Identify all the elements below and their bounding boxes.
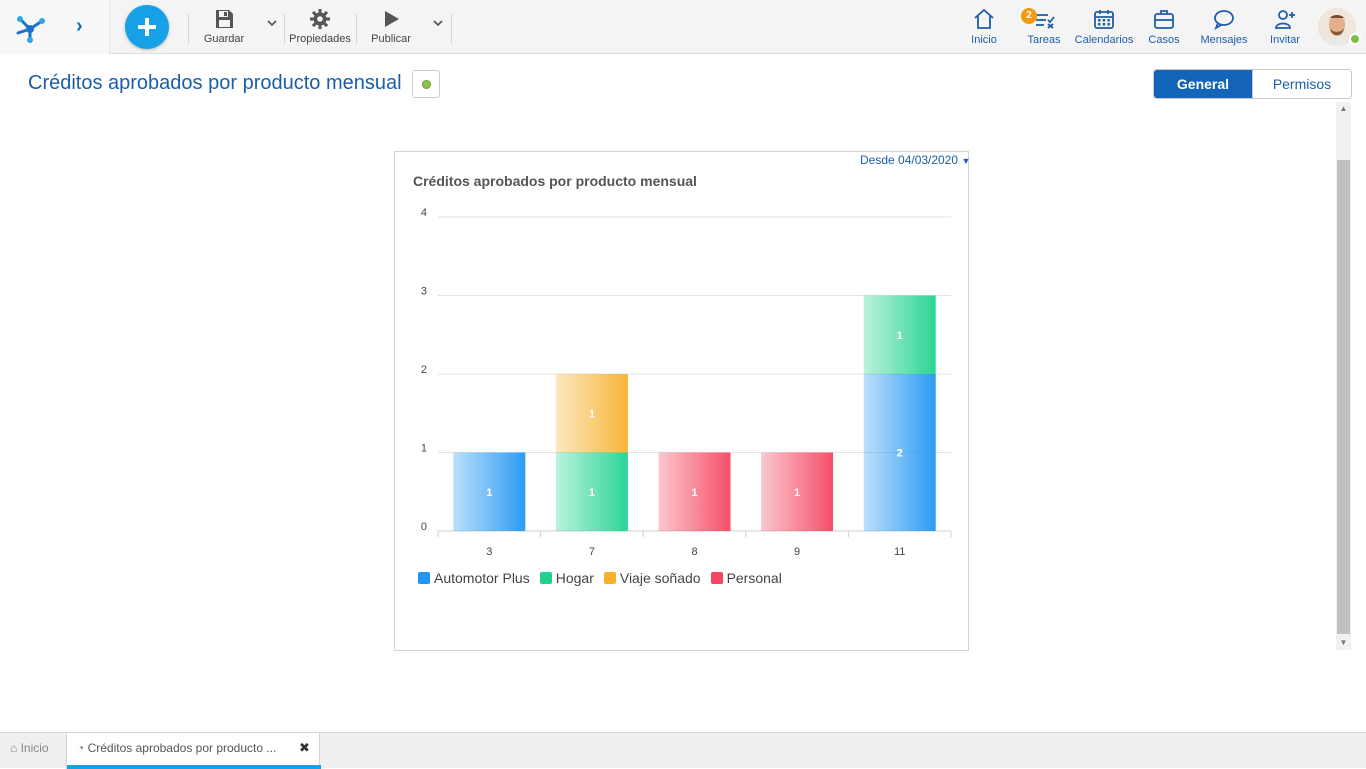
nav-messages-label: Mensajes xyxy=(1200,34,1248,46)
nav-cases[interactable]: Casos xyxy=(1146,8,1182,48)
nav-home[interactable]: Inicio xyxy=(966,8,1002,48)
legend-item[interactable]: Viaje soñado xyxy=(603,570,701,586)
bottom-tab-chart[interactable]: ◔ Créditos aprobados por producto ... ✖ xyxy=(66,733,321,769)
save-options-chevron-down-icon[interactable] xyxy=(265,16,279,30)
toolbar-divider xyxy=(356,14,357,44)
legend-label: Personal xyxy=(726,570,782,586)
bar-value-label: 1 xyxy=(897,330,903,342)
logo-area: › xyxy=(0,0,110,54)
properties-label: Propiedades xyxy=(289,33,351,45)
bottom-tab-chart-label: Créditos aprobados por producto ... xyxy=(87,741,277,755)
x-tick-label: 11 xyxy=(894,546,905,558)
chart-pie-icon: ◔ xyxy=(77,741,85,755)
speech-bubble-icon xyxy=(1214,10,1234,30)
save-button[interactable]: Guardar xyxy=(200,6,248,48)
active-tab-indicator xyxy=(67,765,321,769)
nav-calendars-label: Calendarios xyxy=(1074,34,1134,46)
y-tick-label: 0 xyxy=(421,521,427,533)
y-tick-label: 1 xyxy=(421,443,427,455)
toolbar-divider xyxy=(188,14,189,44)
date-filter-chevron-down-icon: ▼ xyxy=(961,156,971,166)
nav-invite-label: Invitar xyxy=(1270,34,1300,46)
legend-item[interactable]: Hogar xyxy=(539,570,594,586)
nav-cases-label: Casos xyxy=(1148,34,1180,46)
legend-item[interactable]: Automotor Plus xyxy=(418,570,530,586)
chart-title: Créditos aprobados por producto mensual xyxy=(413,173,697,189)
toolbar-divider xyxy=(284,14,285,44)
scroll-down-arrow-icon[interactable]: ▼ xyxy=(1336,636,1351,650)
tasks-count-badge: 2 xyxy=(1021,8,1037,24)
toolbar-divider xyxy=(451,14,452,44)
save-label: Guardar xyxy=(203,33,245,45)
x-tick-label: 9 xyxy=(794,546,800,558)
chart-legend: Automotor Plus Hogar Viaje soñado Personal xyxy=(418,570,782,586)
nav-calendars[interactable]: Calendarios xyxy=(1074,8,1134,48)
floppy-disk-icon xyxy=(216,10,233,28)
x-tick-label: 7 xyxy=(589,546,595,558)
briefcase-icon xyxy=(1154,10,1174,29)
scroll-up-arrow-icon[interactable]: ▲ xyxy=(1336,102,1351,116)
top-toolbar: › Guardar Propiedades Publicar Inicio 2 … xyxy=(0,0,1366,54)
legend-label: Viaje soñado xyxy=(619,570,701,586)
status-indicator-button[interactable] xyxy=(412,70,440,98)
date-filter-label: Desde 04/03/2020 xyxy=(860,153,959,167)
date-filter-dropdown[interactable]: Desde 04/03/2020 ▼ xyxy=(860,153,970,167)
bottom-tab-home-label: Inicio xyxy=(20,741,49,755)
legend-item[interactable]: Personal xyxy=(710,570,782,586)
add-button[interactable] xyxy=(125,5,169,49)
nav-invite[interactable]: Invitar xyxy=(1265,8,1305,48)
bar-value-label: 1 xyxy=(589,408,595,420)
expand-menu-chevron-icon[interactable]: › xyxy=(76,15,92,37)
publish-options-chevron-down-icon[interactable] xyxy=(431,16,445,30)
legend-label: Hogar xyxy=(555,570,594,586)
calendar-icon xyxy=(1094,10,1114,29)
gear-icon xyxy=(310,9,330,29)
nav-messages[interactable]: Mensajes xyxy=(1198,8,1250,48)
y-tick-label: 4 xyxy=(421,207,427,219)
add-user-icon xyxy=(1275,10,1295,29)
nav-tasks[interactable]: 2 Tareas xyxy=(1021,8,1062,48)
bar-value-label: 1 xyxy=(589,487,595,499)
publish-label: Publicar xyxy=(371,33,411,45)
legend-swatch xyxy=(539,572,552,584)
scrollbar-thumb[interactable] xyxy=(1337,160,1350,634)
publish-button[interactable]: Publicar xyxy=(366,6,416,48)
legend-swatch xyxy=(418,572,430,584)
y-tick-label: 2 xyxy=(421,364,427,376)
tab-permissions[interactable]: Permisos xyxy=(1252,70,1351,98)
x-tick-label: 3 xyxy=(486,546,492,558)
tab-general[interactable]: General xyxy=(1154,70,1252,98)
bar-value-label: 1 xyxy=(486,487,492,499)
bar-value-label: 1 xyxy=(691,487,697,499)
y-tick-label: 3 xyxy=(421,286,427,298)
bottom-tab-bar: ⌂ Inicio ◔ Créditos aprobados por produc… xyxy=(0,732,1366,769)
properties-button[interactable]: Propiedades xyxy=(289,6,351,48)
play-icon xyxy=(385,11,399,27)
bottom-tab-home[interactable]: ⌂ Inicio xyxy=(0,733,66,769)
app-logo-icon[interactable] xyxy=(12,9,48,45)
bar-value-label: 1 xyxy=(794,487,800,499)
page-title: Créditos aprobados por producto mensual xyxy=(28,72,402,94)
nav-home-label: Inicio xyxy=(971,34,997,46)
x-tick-label: 8 xyxy=(691,546,697,558)
legend-label: Automotor Plus xyxy=(434,570,530,586)
home-icon xyxy=(974,8,994,29)
bar-value-label: 2 xyxy=(897,448,903,460)
user-online-status-dot xyxy=(1349,33,1361,45)
close-tab-icon[interactable]: ✖ xyxy=(299,733,310,763)
chart-card: 01234 1 3 1 1 7 1 8 1 9 2 1 11 Desde 04/03/2020 ▼ C… xyxy=(394,151,970,651)
legend-swatch xyxy=(603,572,616,584)
status-dot xyxy=(422,80,431,89)
home-icon: ⌂ xyxy=(10,741,18,755)
nav-tasks-label: Tareas xyxy=(1027,34,1061,46)
legend-swatch xyxy=(710,572,723,584)
view-tabs: General Permisos xyxy=(1153,69,1352,99)
